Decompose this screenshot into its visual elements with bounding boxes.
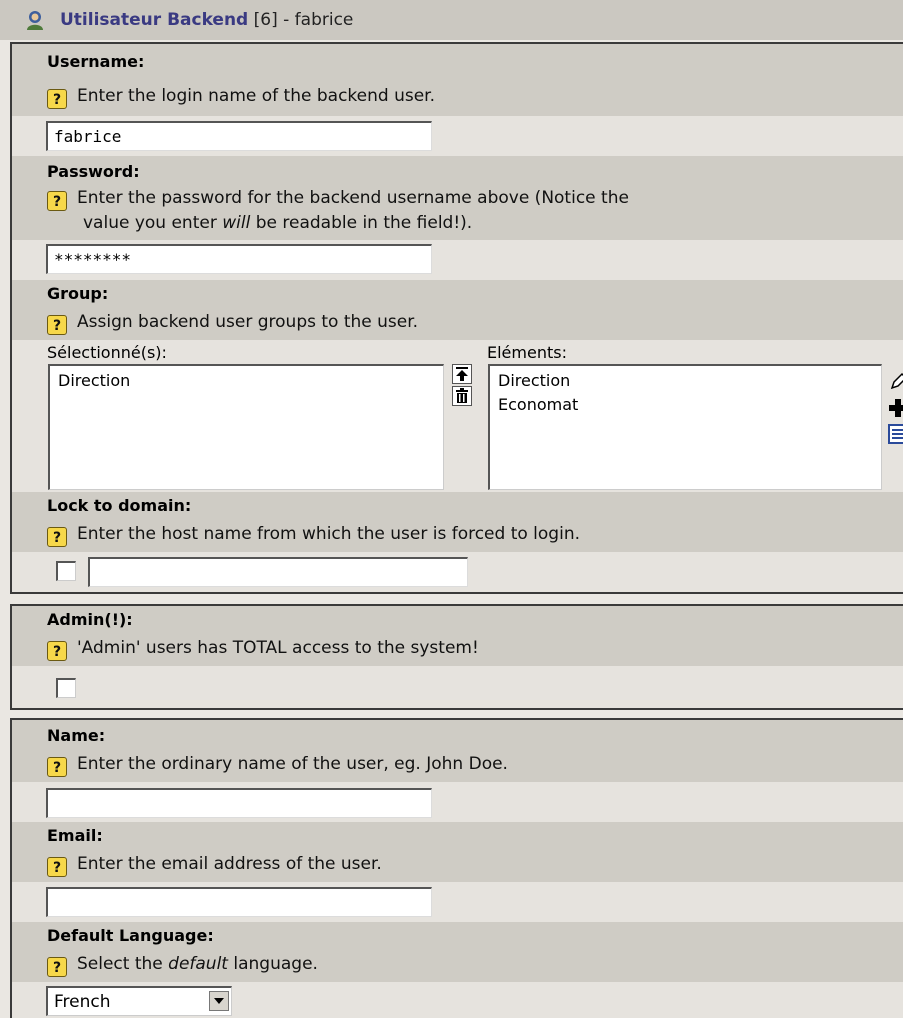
- help-icon[interactable]: ?: [47, 89, 67, 109]
- record-info: [6] - fabrice: [253, 10, 354, 30]
- elements-label: Eléments:: [487, 343, 567, 362]
- section-personal: Name: ? Enter the ordinary name of the us…: [10, 718, 903, 1018]
- admin-label-row: Admin(!): ? 'Admin' users has TOTAL acces…: [12, 606, 903, 666]
- name-label-row: Name: ? Enter the ordinary name of the us…: [12, 720, 903, 782]
- help-icon[interactable]: ?: [47, 315, 67, 335]
- username-input[interactable]: fabrice: [46, 121, 432, 151]
- email-label: Email:: [47, 826, 103, 845]
- chevron-down-icon[interactable]: [209, 991, 229, 1011]
- list-item[interactable]: Economat: [498, 393, 873, 417]
- language-label: Default Language:: [47, 926, 214, 945]
- move-to-top-icon[interactable]: [452, 364, 472, 384]
- email-input[interactable]: [46, 887, 432, 917]
- lock-domain-help: ? Enter the host name from which the user…: [47, 522, 580, 547]
- help-icon[interactable]: ?: [47, 757, 67, 777]
- group-help: ? Assign backend user groups to the user.: [47, 310, 418, 335]
- page-title: Utilisateur Backend [6] - fabrice: [60, 10, 353, 30]
- help-icon[interactable]: ?: [47, 527, 67, 547]
- name-field-row: [12, 782, 903, 822]
- group-field-row: Sélectionné(s): Eléments: Direction Dire…: [12, 340, 903, 492]
- group-label: Group:: [47, 284, 109, 303]
- admin-help: ? 'Admin' users has TOTAL access to the s…: [47, 636, 479, 661]
- password-field-row: ********: [12, 240, 903, 280]
- lock-domain-checkbox[interactable]: [56, 561, 76, 581]
- admin-field-row: [12, 666, 903, 708]
- language-select[interactable]: French: [46, 986, 232, 1016]
- password-help: ? Enter the password for the backend user…: [47, 186, 867, 235]
- name-input[interactable]: [46, 788, 432, 818]
- admin-checkbox[interactable]: [56, 678, 76, 698]
- password-input[interactable]: ********: [46, 244, 432, 274]
- selected-label: Sélectionné(s):: [47, 343, 167, 362]
- email-field-row: [12, 882, 903, 922]
- help-icon[interactable]: ?: [47, 857, 67, 877]
- admin-label: Admin(!):: [47, 610, 133, 629]
- user-icon: [27, 11, 43, 30]
- name-help: ? Enter the ordinary name of the user, eg…: [47, 752, 508, 777]
- edit-pencil-icon[interactable]: [888, 372, 903, 392]
- lock-domain-input[interactable]: [88, 557, 468, 587]
- username-field-row: fabrice: [12, 116, 903, 156]
- section-account: Username: ? Enter the login name of the b…: [10, 42, 903, 594]
- help-icon[interactable]: ?: [47, 191, 67, 211]
- group-label-row: Group: ? Assign backend user groups to th…: [12, 280, 903, 340]
- help-icon[interactable]: ?: [47, 641, 67, 661]
- help-icon[interactable]: ?: [47, 957, 67, 977]
- list-icon[interactable]: [888, 424, 903, 444]
- language-select-value: French: [54, 992, 111, 1012]
- available-groups-list[interactable]: Direction Economat: [488, 364, 882, 490]
- add-plus-icon[interactable]: [888, 398, 903, 418]
- record-type-title: Utilisateur Backend: [60, 10, 249, 30]
- language-help: ? Select the default language.: [47, 952, 318, 977]
- lock-domain-label: Lock to domain:: [47, 496, 192, 515]
- lock-domain-field-row: [12, 552, 903, 592]
- lock-domain-label-row: Lock to domain: ? Enter the host name fro…: [12, 492, 903, 552]
- list-item[interactable]: Direction: [58, 369, 435, 393]
- selected-groups-list[interactable]: Direction: [48, 364, 444, 490]
- language-label-row: Default Language: ? Select the default la…: [12, 922, 903, 982]
- trash-icon[interactable]: [452, 386, 472, 406]
- email-help: ? Enter the email address of the user.: [47, 852, 382, 877]
- list-item[interactable]: Direction: [498, 369, 873, 393]
- password-label-row: Password: ? Enter the password for the ba…: [12, 156, 903, 240]
- email-label-row: Email: ? Enter the email address of the u…: [12, 822, 903, 882]
- username-label-row: Username: ? Enter the login name of the b…: [12, 44, 903, 116]
- password-label: Password:: [47, 162, 140, 181]
- username-label: Username:: [47, 52, 145, 71]
- title-bar: Utilisateur Backend [6] - fabrice: [0, 0, 903, 40]
- username-help: ? Enter the login name of the backend use…: [47, 84, 435, 109]
- section-admin: Admin(!): ? 'Admin' users has TOTAL acces…: [10, 604, 903, 710]
- name-label: Name:: [47, 726, 106, 745]
